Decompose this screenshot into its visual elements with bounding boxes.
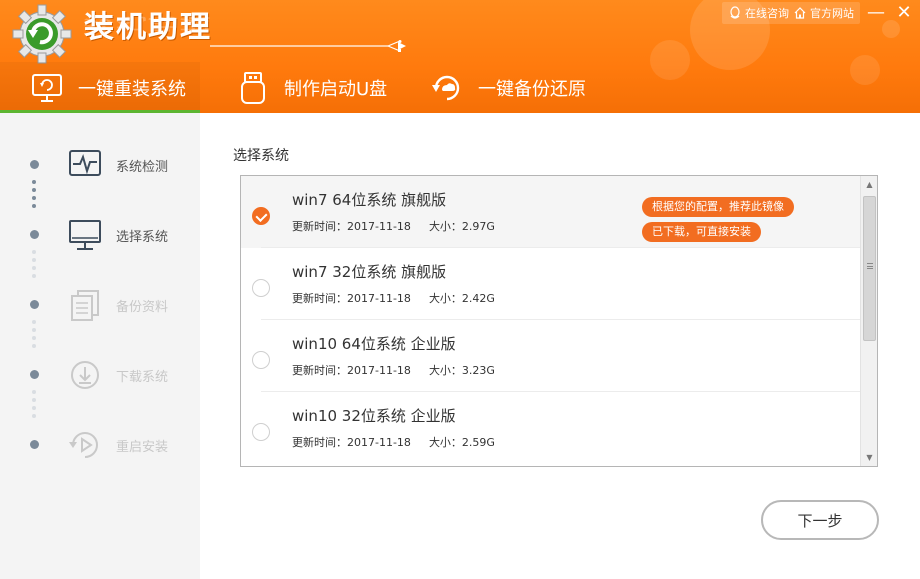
recommend-badge: 根据您的配置，推荐此镜像: [642, 197, 794, 217]
pulse-monitor-icon: [69, 150, 101, 176]
tab-make-usb[interactable]: 制作启动U盘: [236, 62, 387, 113]
step-dot: [30, 440, 39, 449]
main-tabs: 一键重装系统 制作启动U盘 一键备份还原: [0, 62, 920, 113]
usb-cable-decoration: [210, 40, 406, 52]
step-connector: [32, 390, 37, 422]
tab-label: 制作启动U盘: [284, 78, 388, 100]
update-time: 更新时间：2017-11-18: [292, 220, 411, 233]
system-row[interactable]: win7 32位系统 旗舰版 更新时间：2017-11-18 大小：2.42G: [241, 248, 861, 320]
step-connector: [32, 250, 37, 282]
online-consult-link[interactable]: 在线咨询: [728, 5, 789, 21]
step-download-system: 下载系统: [0, 355, 200, 395]
minimize-button[interactable]: —: [862, 0, 890, 24]
image-size: 大小：2.42G: [428, 292, 495, 305]
close-button[interactable]: ✕: [890, 0, 918, 24]
grip-icon: [867, 263, 873, 269]
step-label: 系统检测: [116, 160, 169, 175]
scroll-down-arrow-icon[interactable]: ▼: [861, 449, 877, 466]
top-links: 在线咨询 官方网站: [722, 2, 860, 24]
system-name: win7 64位系统 旗舰版: [292, 191, 447, 209]
radio-unselected[interactable]: [252, 351, 270, 369]
radio-selected[interactable]: [252, 207, 270, 225]
next-step-button[interactable]: 下一步: [761, 500, 879, 540]
system-list: win7 64位系统 旗舰版 更新时间：2017-11-18 大小：2.97G …: [240, 175, 878, 467]
step-dot: [30, 370, 39, 379]
update-time: 更新时间：2017-11-18: [292, 292, 411, 305]
step-restart-install: 重启安装: [0, 425, 200, 465]
system-name: win10 64位系统 企业版: [292, 335, 456, 353]
step-label: 选择系统: [116, 230, 169, 245]
system-meta: 更新时间：2017-11-18 大小：2.42G: [292, 290, 495, 306]
system-row[interactable]: win10 32位系统 企业版 更新时间：2017-11-18 大小：2.59G: [241, 392, 861, 464]
tab-reinstall-system[interactable]: 一键重装系统: [0, 62, 200, 113]
system-name: win10 32位系统 企业版: [292, 407, 456, 425]
restart-play-icon: [69, 432, 98, 458]
system-meta: 更新时间：2017-11-18 大小：2.59G: [292, 434, 495, 450]
image-size: 大小：2.97G: [428, 220, 495, 233]
step-dot: [30, 230, 39, 239]
app-title-reflection: 装机助理: [84, 14, 212, 33]
step-label: 下载系统: [116, 370, 169, 385]
step-system-check: 系统检测: [0, 145, 200, 185]
steps-sidebar: 系统检测 选择系统 备份资料 下载系统 重启安装: [0, 113, 200, 579]
radio-unselected[interactable]: [252, 279, 270, 297]
scroll-up-arrow-icon[interactable]: ▲: [861, 176, 877, 193]
desktop-monitor-icon: [69, 220, 101, 250]
official-site-link[interactable]: 官方网站: [793, 5, 854, 21]
title-bar: 装机助理 装机助理 在线咨询 官方网站 — ✕ 一键重装系统 制作启动U盘 一键…: [0, 0, 920, 113]
backup-restore-icon: [432, 75, 460, 100]
step-dot: [30, 300, 39, 309]
step-connector: [32, 180, 37, 212]
step-label: 重启安装: [116, 440, 169, 455]
online-consult-label: 在线咨询: [745, 7, 789, 20]
tab-label: 一键备份还原: [478, 78, 586, 100]
system-meta: 更新时间：2017-11-18 大小：3.23G: [292, 362, 495, 378]
section-title: 选择系统: [233, 148, 289, 164]
step-connector: [32, 320, 37, 352]
list-scrollbar[interactable]: ▲ ▼: [860, 176, 877, 466]
step-choose-system: 选择系统: [0, 215, 200, 255]
system-row[interactable]: win7 64位系统 旗舰版 更新时间：2017-11-18 大小：2.97G …: [241, 176, 861, 248]
reinstall-monitor-icon: [32, 73, 62, 102]
download-icon: [71, 361, 99, 389]
tab-label: 一键重装系统: [78, 78, 186, 100]
qq-penguin-icon: [730, 6, 740, 19]
system-row[interactable]: win10 64位系统 企业版 更新时间：2017-11-18 大小：3.23G: [241, 320, 861, 392]
image-size: 大小：2.59G: [428, 436, 495, 449]
step-label: 备份资料: [116, 300, 169, 315]
step-backup-data: 备份资料: [0, 285, 200, 325]
tab-backup-restore[interactable]: 一键备份还原: [430, 62, 586, 113]
downloaded-badge: 已下载，可直接安装: [642, 222, 761, 242]
home-icon: [794, 7, 806, 19]
documents-icon: [71, 290, 99, 321]
system-name: win7 32位系统 旗舰版: [292, 263, 447, 281]
update-time: 更新时间：2017-11-18: [292, 364, 411, 377]
image-size: 大小：3.23G: [428, 364, 495, 377]
official-site-label: 官方网站: [810, 7, 854, 20]
app-logo-icon: [12, 4, 72, 64]
scroll-thumb[interactable]: [863, 196, 876, 341]
radio-unselected[interactable]: [252, 423, 270, 441]
usb-drive-icon: [241, 71, 265, 104]
system-meta: 更新时间：2017-11-18 大小：2.97G: [292, 218, 495, 234]
update-time: 更新时间：2017-11-18: [292, 436, 411, 449]
step-dot: [30, 160, 39, 169]
